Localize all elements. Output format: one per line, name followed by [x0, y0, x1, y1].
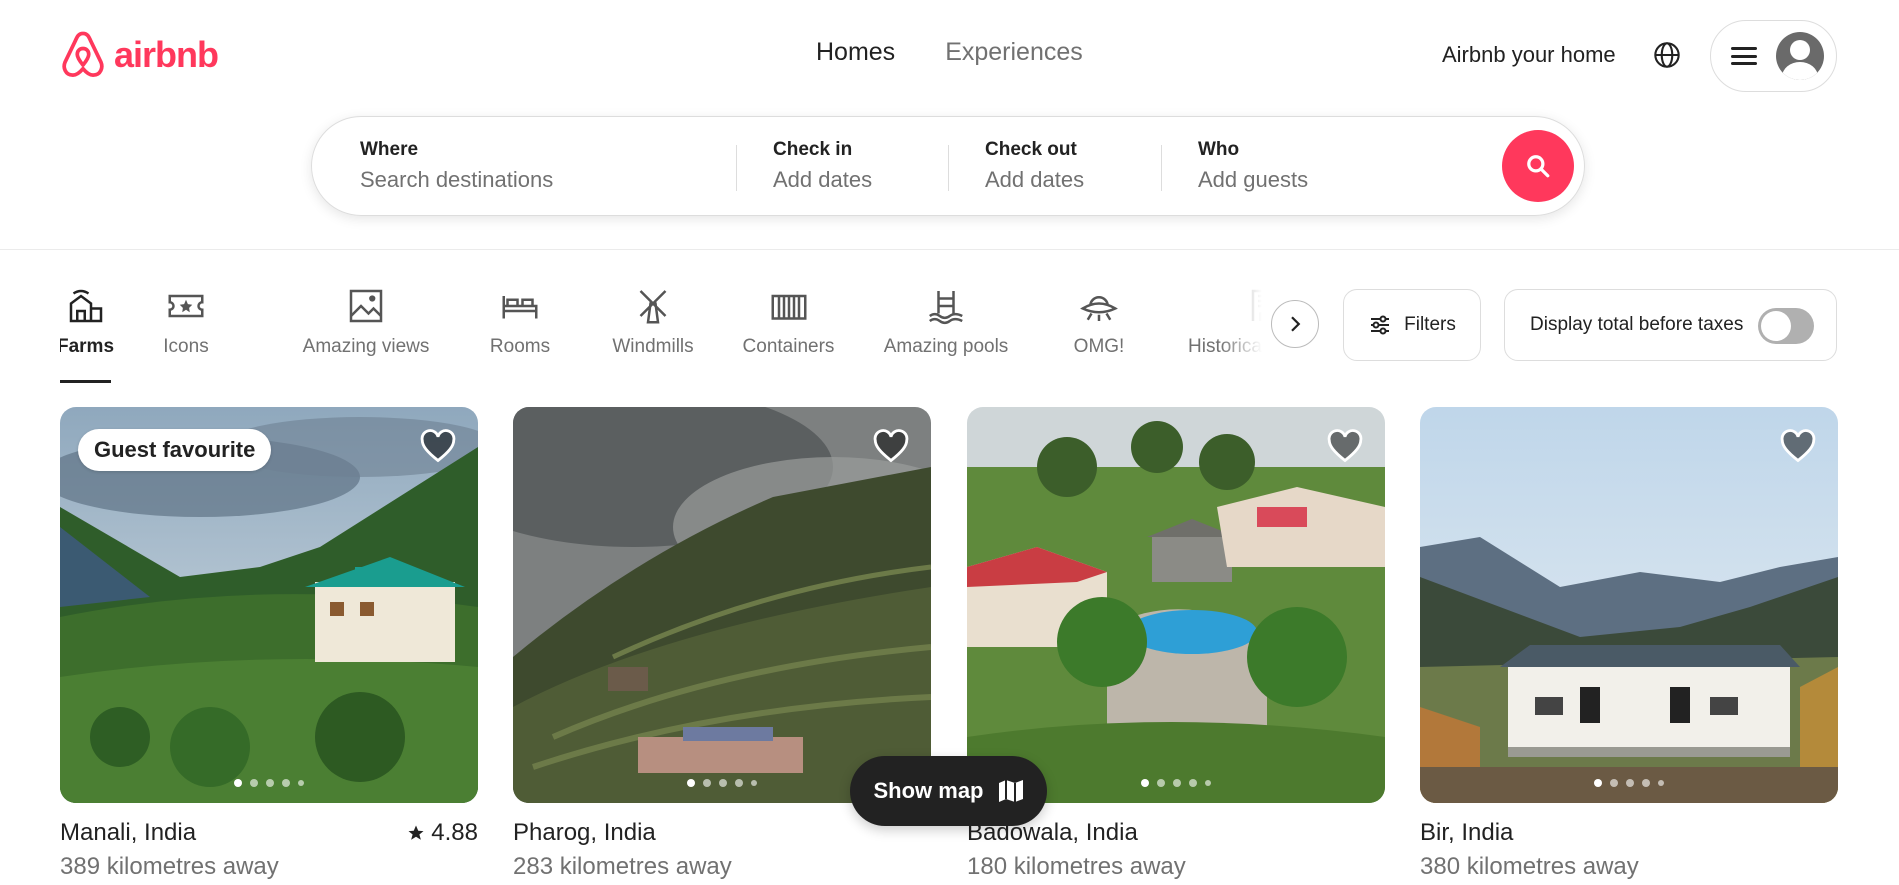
listing-distance: 389 kilometres away — [60, 853, 279, 880]
tab-experiences[interactable]: Experiences — [945, 38, 1083, 67]
check-in-field[interactable]: Check in Add dates — [773, 139, 872, 193]
filters-label: Filters — [1404, 314, 1456, 335]
search-bar: Where Search destinations Check in Add d… — [311, 116, 1585, 216]
tax-display-toggle: Display total before taxes — [1504, 289, 1837, 361]
check-out-placeholder: Add dates — [985, 167, 1085, 192]
listing-photo-image — [513, 407, 931, 803]
heart-icon[interactable] — [873, 429, 909, 465]
category-bar: Farms Icons Amazing views Rooms Windmill… — [60, 286, 1280, 386]
heart-icon[interactable] — [1780, 429, 1816, 465]
tax-toggle-switch[interactable] — [1758, 308, 1814, 344]
ufo-icon — [1080, 296, 1118, 321]
selected-category-underline — [60, 380, 111, 383]
category-label: Amazing views — [302, 336, 430, 357]
category-label: Windmills — [612, 336, 694, 357]
divider — [1161, 145, 1162, 191]
rating-value: 4.88 — [431, 819, 478, 846]
airbnb-logo-icon — [62, 31, 104, 77]
tab-homes[interactable]: Homes — [816, 38, 895, 67]
category-containers[interactable]: Containers — [742, 286, 835, 358]
category-label: Icons — [163, 336, 209, 357]
container-icon — [771, 294, 806, 320]
listing-location: Manali, India — [60, 819, 197, 846]
category-label: Containers — [742, 336, 835, 357]
category-label: Amazing pools — [883, 336, 1009, 357]
category-icons[interactable]: Icons — [160, 286, 212, 358]
check-out-label: Check out — [985, 139, 1077, 160]
guest-favourite-badge: Guest favourite — [78, 429, 272, 471]
bed-icon — [502, 296, 538, 319]
airbnb-your-home-link[interactable]: Airbnb your home — [1442, 42, 1616, 68]
ticket-star-icon — [168, 294, 204, 318]
check-in-placeholder: Add dates — [773, 167, 873, 192]
listing-photo-image — [1420, 407, 1838, 803]
listing-location: Pharog, India — [513, 819, 656, 846]
show-map-button[interactable]: Show map — [850, 756, 1047, 826]
listing-card[interactable]: Guest favourite Manali, India 4.88 389 k… — [60, 407, 478, 881]
who-field[interactable]: Who Add guests — [1198, 139, 1308, 193]
category-omg[interactable]: OMG! — [1074, 286, 1124, 358]
brand-name: airbnb — [114, 34, 219, 75]
category-windmills[interactable]: Windmills — [611, 286, 695, 358]
where-field[interactable]: Where Search destinations — [360, 139, 553, 193]
framed-picture-icon — [349, 289, 383, 323]
tax-toggle-label: Display total before taxes — [1530, 314, 1744, 335]
category-label: Rooms — [489, 336, 551, 357]
main-nav: Homes Experiences — [816, 38, 1083, 67]
categories-next-button[interactable] — [1271, 300, 1319, 348]
listing-photo[interactable] — [1420, 407, 1838, 803]
hamburger-icon — [1731, 45, 1757, 67]
where-placeholder: Search destinations — [360, 167, 554, 192]
listing-photo-image — [967, 407, 1385, 803]
category-amazing-views[interactable]: Amazing views — [303, 286, 429, 358]
listing-photo[interactable] — [967, 407, 1385, 803]
listing-distance: 380 kilometres away — [1420, 853, 1639, 880]
who-placeholder: Add guests — [1198, 167, 1309, 192]
windmill-icon — [639, 290, 667, 324]
show-map-label: Show map — [873, 778, 984, 803]
listing-rating: 4.88 — [407, 819, 478, 847]
category-label: Farms — [60, 336, 115, 357]
avatar — [1776, 32, 1824, 80]
chevron-right-icon — [1291, 316, 1301, 332]
star-icon — [408, 825, 424, 840]
globe-icon[interactable] — [1653, 41, 1681, 69]
heart-icon[interactable] — [420, 429, 456, 465]
category-rooms[interactable]: Rooms — [490, 286, 550, 358]
pool-icon — [929, 291, 963, 325]
map-icon — [998, 780, 1023, 802]
listing-photo[interactable] — [513, 407, 931, 803]
divider — [948, 145, 949, 191]
search-button[interactable] — [1502, 130, 1574, 202]
check-in-label: Check in — [773, 139, 853, 160]
filters-button[interactable]: Filters — [1343, 289, 1481, 361]
search-icon — [1527, 155, 1550, 178]
check-out-field[interactable]: Check out Add dates — [985, 139, 1084, 193]
divider — [736, 145, 737, 191]
where-label: Where — [360, 139, 419, 160]
photo-dots — [234, 779, 304, 787]
top-header: airbnb Homes Experiences Airbnb your hom… — [0, 0, 1899, 250]
photo-dots — [1594, 779, 1664, 787]
listing-location: Bir, India — [1420, 819, 1514, 846]
category-label: OMG! — [1073, 336, 1125, 357]
airbnb-logo[interactable]: airbnb — [60, 30, 219, 80]
farm-icon — [69, 289, 102, 323]
category-amazing-pools[interactable]: Amazing pools — [883, 286, 1009, 358]
listing-card[interactable]: Bir, India 380 kilometres away — [1420, 407, 1838, 881]
listing-distance: 283 kilometres away — [513, 853, 732, 880]
listing-photo[interactable]: Guest favourite — [60, 407, 478, 803]
user-menu-button[interactable] — [1710, 20, 1837, 92]
category-farms[interactable]: Farms — [60, 286, 115, 358]
photo-dots — [687, 779, 757, 787]
listing-distance: 180 kilometres away — [967, 853, 1186, 880]
who-label: Who — [1198, 139, 1240, 160]
heart-icon[interactable] — [1327, 429, 1363, 465]
photo-dots — [1141, 779, 1211, 787]
sliders-icon — [1371, 315, 1390, 335]
